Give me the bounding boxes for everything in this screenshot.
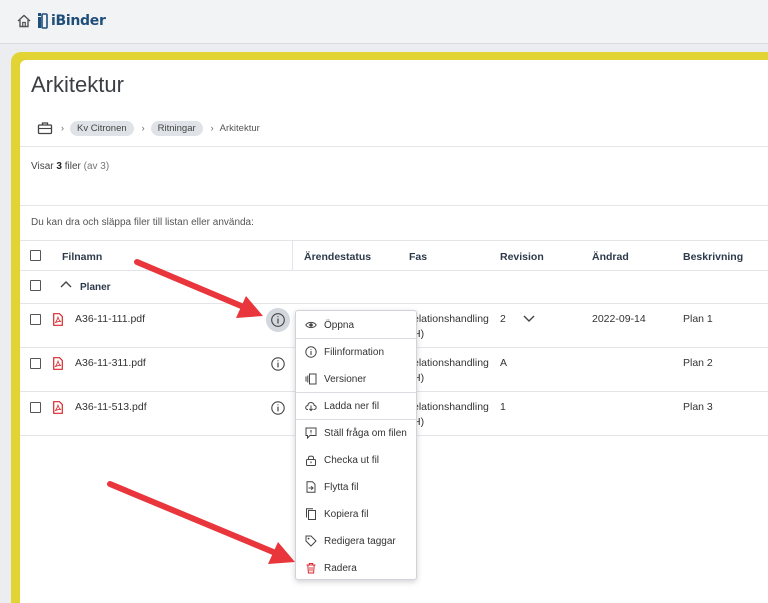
menu-item-copy[interactable]: Kopiera fil xyxy=(296,503,416,525)
info-icon xyxy=(305,346,317,358)
top-bar: iBinder xyxy=(0,0,768,44)
menu-item-versions[interactable]: Versioner xyxy=(296,368,416,390)
file-count: Visar 3 filer (av 3) xyxy=(31,161,109,172)
column-header-changed[interactable]: Ändrad xyxy=(592,251,629,263)
count-prefix: Visar xyxy=(31,161,54,172)
row-checkbox[interactable] xyxy=(30,402,41,413)
column-header-revision[interactable]: Revision xyxy=(500,251,544,263)
cell-revision: A xyxy=(500,357,508,369)
brand-logo[interactable]: iBinder xyxy=(37,12,106,29)
file-context-menu: Öppna Filinformation Versioner Ladda ner… xyxy=(295,310,417,580)
column-header-status[interactable]: Ärendestatus xyxy=(304,251,371,263)
pdf-file-icon xyxy=(53,357,63,370)
versions-icon xyxy=(305,373,317,385)
file-menu-button[interactable] xyxy=(266,308,290,332)
home-icon[interactable] xyxy=(16,13,32,29)
column-header-description[interactable]: Beskrivning xyxy=(683,251,743,263)
breadcrumb-item[interactable]: Kv Citronen xyxy=(70,120,134,136)
breadcrumb: › Kv Citronen › Ritningar › Arkitektur xyxy=(37,120,260,136)
content-panel: Arkitektur › Kv Citronen › Ritningar › A… xyxy=(20,60,768,603)
download-icon xyxy=(305,401,317,412)
copy-icon xyxy=(306,508,316,520)
row-checkbox[interactable] xyxy=(30,314,41,325)
cell-phase: elationshandling xyxy=(413,401,489,413)
cell-revision: 1 xyxy=(500,401,506,413)
tag-icon xyxy=(305,535,317,547)
count-value: 3 xyxy=(56,161,62,172)
pdf-file-icon xyxy=(53,401,63,414)
divider xyxy=(20,146,768,147)
divider xyxy=(20,240,768,241)
row-checkbox[interactable] xyxy=(30,358,41,369)
divider xyxy=(20,270,768,271)
file-menu-button[interactable] xyxy=(271,401,285,415)
menu-item-checkout[interactable]: Checka ut fil xyxy=(296,449,416,471)
group-label: Planer xyxy=(80,282,111,293)
chevron-right-icon: › xyxy=(210,123,214,133)
column-header-filename[interactable]: Filnamn xyxy=(62,251,102,263)
chevron-right-icon: › xyxy=(61,123,64,133)
count-total: (av 3) xyxy=(83,161,110,172)
lock-icon xyxy=(306,455,316,466)
menu-divider xyxy=(296,338,416,339)
chevron-down-icon[interactable] xyxy=(523,315,535,323)
brand-name: iBinder xyxy=(51,12,106,29)
file-name[interactable]: A36-11-311.pdf xyxy=(75,357,146,369)
file-name[interactable]: A36-11-513.pdf xyxy=(75,401,147,413)
cell-phase: elationshandling xyxy=(413,357,489,369)
cell-phase: elationshandling xyxy=(413,313,489,325)
briefcase-icon[interactable] xyxy=(37,121,53,135)
question-icon xyxy=(305,427,317,439)
cell-changed: 2022-09-14 xyxy=(592,313,646,325)
menu-item-file-info[interactable]: Filinformation xyxy=(296,341,416,363)
move-icon xyxy=(306,481,316,493)
chevron-right-icon: › xyxy=(141,123,145,133)
file-menu-button[interactable] xyxy=(271,357,285,371)
menu-divider xyxy=(296,392,416,393)
menu-item-download[interactable]: Ladda ner fil xyxy=(296,395,416,417)
menu-divider xyxy=(296,419,416,420)
pdf-file-icon xyxy=(53,313,63,326)
cell-description: Plan 3 xyxy=(683,401,713,413)
column-divider[interactable] xyxy=(292,240,293,270)
page-title: Arkitektur xyxy=(31,72,124,97)
cell-description: Plan 1 xyxy=(683,313,713,325)
column-header-phase[interactable]: Fas xyxy=(409,251,427,263)
group-checkbox[interactable] xyxy=(30,280,41,291)
eye-icon xyxy=(305,321,317,329)
menu-item-edit-tags[interactable]: Redigera taggar xyxy=(296,530,416,552)
menu-item-delete[interactable]: Radera xyxy=(296,557,416,579)
chevron-up-icon[interactable] xyxy=(60,280,72,288)
cell-description: Plan 2 xyxy=(683,357,713,369)
menu-item-move[interactable]: Flytta fil xyxy=(296,476,416,498)
count-unit: filer xyxy=(64,161,81,172)
ibinder-logo-icon xyxy=(38,13,48,29)
file-name[interactable]: A36-11-111.pdf xyxy=(75,313,145,325)
cell-revision: 2 xyxy=(500,313,506,325)
menu-item-open[interactable]: Öppna xyxy=(296,314,416,336)
breadcrumb-item[interactable]: Ritningar xyxy=(150,120,203,136)
breadcrumb-current: Arkitektur xyxy=(219,122,260,134)
divider xyxy=(20,205,768,206)
divider xyxy=(20,303,768,304)
menu-item-ask-question[interactable]: Ställ fråga om filen xyxy=(296,422,416,444)
trash-icon xyxy=(306,563,316,574)
dropzone-text: Du kan dra och släppa filer till listan … xyxy=(31,217,254,228)
select-all-checkbox[interactable] xyxy=(30,250,41,261)
